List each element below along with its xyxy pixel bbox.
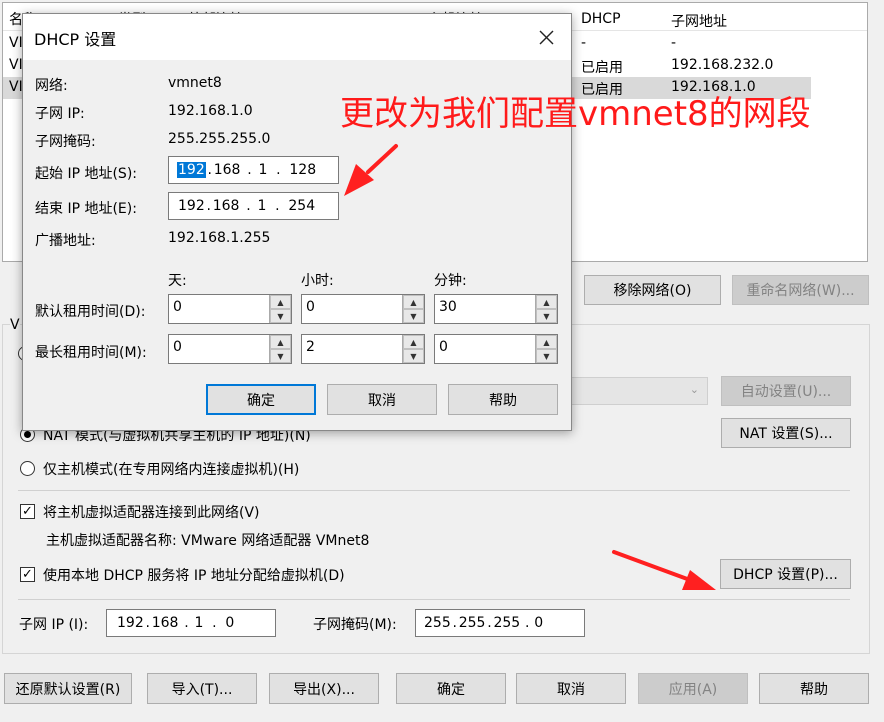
ok-button[interactable]: 确定 — [396, 673, 506, 704]
end-ip-label: 结束 IP 地址(E): — [35, 201, 137, 217]
days-column-label: 天: — [168, 273, 187, 289]
apply-button[interactable]: 应用(A) — [638, 673, 748, 704]
rename-network-button[interactable]: 重命名网络(W)... — [732, 275, 869, 305]
spin-down-icon[interactable]: ▼ — [403, 309, 424, 323]
dialog-titlebar[interactable]: DHCP 设置 — [23, 14, 571, 60]
use-dhcp-label[interactable]: 使用本地 DHCP 服务将 IP 地址分配给虚拟机(D) — [43, 565, 345, 585]
row-name: VI — [9, 79, 23, 95]
subnet-mask-value: 255.255.255.0 — [168, 131, 271, 147]
network-label: 网络: — [35, 78, 68, 94]
connect-adapter-checkbox[interactable]: ✓ — [20, 504, 35, 519]
default-lease-days-input[interactable]: 0 ▲ ▼ — [168, 294, 292, 324]
row-subnet: 192.168.232.0 — [671, 57, 774, 73]
row-name: VI — [9, 57, 23, 73]
network-value: vmnet8 — [168, 75, 222, 91]
row-dhcp: - — [581, 35, 587, 51]
subnet-mask-label: 子网掩码(M): — [313, 617, 397, 633]
row-dhcp: 已启用 — [581, 60, 623, 76]
remove-network-button[interactable]: 移除网络(O) — [584, 275, 721, 305]
dhcp-settings-dialog: DHCP 设置 网络: vmnet8 子网 IP: 192.168.1.0 子网… — [22, 13, 572, 431]
divider — [18, 599, 850, 600]
max-lease-minutes-input[interactable]: 0 ▲ ▼ — [434, 334, 558, 364]
connect-adapter-label[interactable]: 将主机虚拟适配器连接到此网络(V) — [43, 502, 260, 522]
hostonly-radio[interactable] — [20, 461, 35, 476]
spinner-minutes[interactable]: ▲ ▼ — [535, 295, 557, 323]
hostonly-radio-label[interactable]: 仅主机模式(在专用网络内连接虚拟机)(H) — [43, 459, 299, 479]
bridge-select[interactable]: ⌄ — [570, 377, 708, 405]
adapter-name-text: 主机虚拟适配器名称: VMware 网络适配器 VMnet8 — [46, 533, 370, 549]
group-title: V — [10, 317, 20, 333]
chevron-down-icon: ⌄ — [689, 383, 699, 396]
row-subnet: - — [671, 35, 677, 51]
default-lease-label: 默认租用时间(D): — [35, 304, 146, 320]
spinner-hours[interactable]: ▲ ▼ — [402, 295, 424, 323]
spinner-minutes[interactable]: ▲ ▼ — [535, 335, 557, 363]
broadcast-value: 192.168.1.255 — [168, 230, 271, 246]
dhcp-settings-button[interactable]: DHCP 设置(P)... — [720, 559, 851, 589]
help-button[interactable]: 帮助 — [759, 673, 869, 704]
spin-down-icon[interactable]: ▼ — [270, 309, 291, 323]
subnet-mask-input[interactable]: 255. 255. 255. 0 — [415, 609, 585, 637]
col-subnet[interactable]: 子网地址 — [671, 11, 727, 31]
subnet-ip-label: 子网 IP (I): — [19, 617, 89, 633]
spin-up-icon[interactable]: ▲ — [270, 295, 291, 309]
end-ip-input[interactable]: 192. 168. 1. 254 — [168, 192, 339, 220]
cancel-button[interactable]: 取消 — [516, 673, 626, 704]
import-button[interactable]: 导入(T)... — [147, 673, 257, 704]
restore-defaults-button[interactable]: 还原默认设置(R) — [4, 673, 132, 704]
spin-down-icon[interactable]: ▼ — [403, 349, 424, 363]
start-ip-label: 起始 IP 地址(S): — [35, 166, 137, 182]
row-name: VI — [9, 35, 23, 51]
broadcast-label: 广播地址: — [35, 233, 96, 249]
col-dhcp[interactable]: DHCP — [581, 11, 621, 27]
spin-down-icon[interactable]: ▼ — [270, 349, 291, 363]
auto-settings-button[interactable]: 自动设置(U)... — [721, 376, 851, 406]
default-lease-hours-input[interactable]: 0 ▲ ▼ — [301, 294, 425, 324]
subnet-mask-label: 子网掩码: — [35, 134, 96, 150]
minutes-column-label: 分钟: — [434, 273, 467, 289]
spinner-days[interactable]: ▲ ▼ — [269, 295, 291, 323]
max-lease-label: 最长租用时间(M): — [35, 345, 147, 361]
nat-settings-button[interactable]: NAT 设置(S)... — [721, 418, 851, 448]
use-dhcp-checkbox[interactable]: ✓ — [20, 567, 35, 582]
hours-column-label: 小时: — [301, 273, 334, 289]
close-icon[interactable] — [529, 22, 563, 52]
spin-up-icon[interactable]: ▲ — [536, 335, 557, 349]
start-ip-input[interactable]: 192. 168. 1. 128 — [168, 156, 339, 184]
dialog-ok-button[interactable]: 确定 — [206, 384, 316, 415]
spinner-days[interactable]: ▲ ▼ — [269, 335, 291, 363]
subnet-ip-input[interactable]: 192. 168. 1. 0 — [106, 609, 276, 637]
max-lease-hours-input[interactable]: 2 ▲ ▼ — [301, 334, 425, 364]
export-button[interactable]: 导出(X)... — [269, 673, 379, 704]
spin-up-icon[interactable]: ▲ — [403, 295, 424, 309]
dialog-title: DHCP 设置 — [34, 30, 117, 49]
divider — [18, 490, 850, 491]
dialog-cancel-button[interactable]: 取消 — [327, 384, 437, 415]
dialog-help-button[interactable]: 帮助 — [448, 384, 558, 415]
spin-down-icon[interactable]: ▼ — [536, 309, 557, 323]
spin-up-icon[interactable]: ▲ — [536, 295, 557, 309]
spin-up-icon[interactable]: ▲ — [270, 335, 291, 349]
spinner-hours[interactable]: ▲ ▼ — [402, 335, 424, 363]
subnet-ip-label: 子网 IP: — [35, 106, 85, 122]
default-lease-minutes-input[interactable]: 30 ▲ ▼ — [434, 294, 558, 324]
spin-down-icon[interactable]: ▼ — [536, 349, 557, 363]
annotation-text: 更改为我们配置vmnet8的网段 — [340, 94, 811, 134]
spin-up-icon[interactable]: ▲ — [403, 335, 424, 349]
max-lease-days-input[interactable]: 0 ▲ ▼ — [168, 334, 292, 364]
subnet-ip-value: 192.168.1.0 — [168, 103, 253, 119]
